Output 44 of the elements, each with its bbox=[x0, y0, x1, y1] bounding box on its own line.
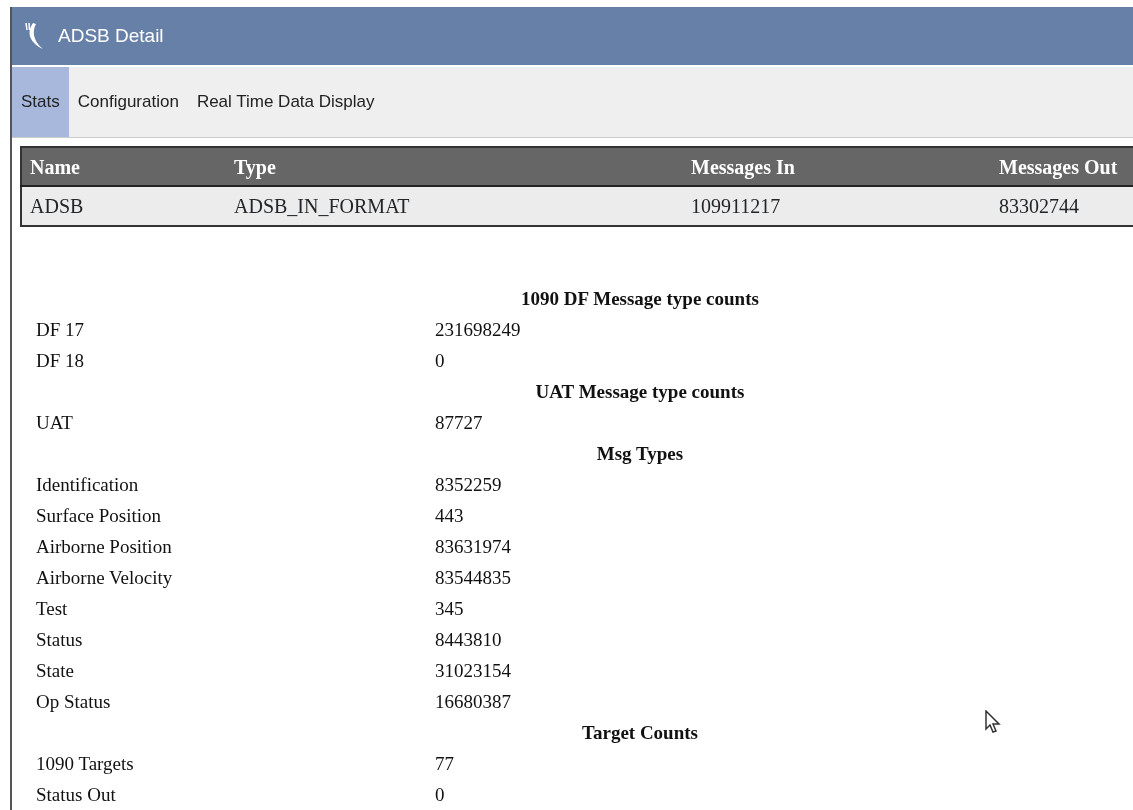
stat-value: 31023154 bbox=[435, 659, 511, 683]
stat-label: Airborne Velocity bbox=[35, 566, 174, 590]
stat-value: 16680387 bbox=[435, 690, 511, 714]
section-heading: Target Counts bbox=[582, 722, 698, 743]
section-heading: UAT Message type counts bbox=[535, 381, 745, 402]
stat-label: Test bbox=[35, 597, 69, 621]
table-cell: 109911217 bbox=[683, 186, 991, 226]
column-header: Messages In bbox=[683, 147, 991, 186]
stat-label: Identification bbox=[35, 473, 140, 497]
stat-value: 87727 bbox=[435, 411, 483, 435]
stat-label: Status bbox=[35, 628, 84, 652]
stat-value: 83631974 bbox=[435, 535, 511, 559]
stat-value: 443 bbox=[435, 504, 464, 528]
column-header: Type bbox=[226, 147, 683, 186]
stat-value: 345 bbox=[435, 597, 464, 621]
stat-value: 83544835 bbox=[435, 566, 511, 590]
stat-label: Op Status bbox=[35, 690, 112, 714]
table-cell: 83302744 bbox=[991, 186, 1133, 226]
stat-value: 0 bbox=[435, 783, 445, 807]
table-cell: ADSB_IN_FORMAT bbox=[226, 186, 683, 226]
stat-value: 8443810 bbox=[435, 628, 502, 652]
tab[interactable]: Stats bbox=[12, 67, 69, 137]
stat-label: 1090 Targets bbox=[35, 752, 135, 776]
section-heading: Msg Types bbox=[596, 443, 684, 464]
stat-label: DF 18 bbox=[35, 349, 86, 373]
stat-value: 0 bbox=[435, 349, 445, 373]
stat-label: State bbox=[35, 659, 75, 683]
window-title: ADSB Detail bbox=[58, 23, 164, 48]
tab[interactable]: Configuration bbox=[68, 67, 188, 137]
table-cell: ADSB bbox=[21, 186, 226, 226]
stat-value: 8352259 bbox=[435, 473, 502, 497]
mouse-pointer-icon bbox=[985, 710, 1003, 736]
stat-label: Surface Position bbox=[35, 504, 163, 528]
column-header: Name bbox=[21, 147, 226, 186]
stat-label: Status Out bbox=[35, 783, 117, 807]
logo-icon bbox=[24, 22, 44, 50]
stat-label: DF 17 bbox=[35, 318, 86, 342]
stat-value: 77 bbox=[435, 752, 454, 776]
stat-label: Airborne Position bbox=[35, 535, 173, 559]
stat-label: UAT bbox=[35, 411, 74, 435]
column-header: Messages Out bbox=[991, 147, 1133, 186]
section-heading: 1090 DF Message type counts bbox=[521, 288, 759, 309]
tab[interactable]: Real Time Data Display bbox=[187, 67, 384, 137]
stat-value: 231698249 bbox=[435, 318, 521, 342]
